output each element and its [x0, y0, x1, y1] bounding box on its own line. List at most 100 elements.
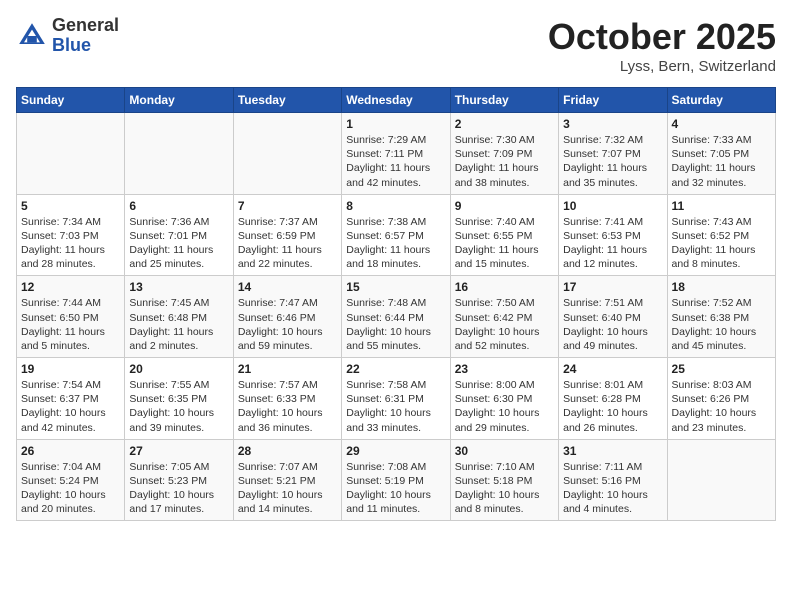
- calendar-cell: 17Sunrise: 7:51 AM Sunset: 6:40 PM Dayli…: [559, 276, 667, 358]
- day-info: Sunrise: 7:48 AM Sunset: 6:44 PM Dayligh…: [346, 296, 445, 353]
- day-number: 8: [346, 199, 445, 213]
- day-number: 2: [455, 117, 554, 131]
- day-info: Sunrise: 7:05 AM Sunset: 5:23 PM Dayligh…: [129, 460, 228, 517]
- calendar-cell: 16 Sunrise: 7:50 AM Sunset: 6:42 PM Dayli…: [450, 276, 558, 358]
- day-number: 27: [129, 444, 228, 458]
- day-number: 7: [238, 199, 337, 213]
- calendar-cell: 21Sunrise: 7:57 AM Sunset: 6:33 PM Dayli…: [233, 358, 341, 440]
- calendar-cell: 29 Sunrise: 7:08 AM Sunset: 5:19 PM Dayli…: [342, 439, 450, 521]
- logo-icon: [16, 20, 48, 52]
- day-number: 5: [21, 199, 120, 213]
- day-number: 26: [21, 444, 120, 458]
- calendar-cell: 7 Sunrise: 7:37 AM Sunset: 6:59 PM Daylig…: [233, 194, 341, 276]
- page-header: General Blue October 2025 Lyss, Bern, Sw…: [16, 16, 776, 75]
- day-info: Sunrise: 7:45 AM Sunset: 6:48 PM Dayligh…: [129, 296, 228, 353]
- calendar-cell: 30 Sunrise: 7:10 AM Sunset: 5:18 PM Dayli…: [450, 439, 558, 521]
- day-number: 1: [346, 117, 445, 131]
- calendar-cell: 13 Sunrise: 7:45 AM Sunset: 6:48 PM Dayli…: [125, 276, 233, 358]
- day-header-monday: Monday: [125, 88, 233, 113]
- day-number: 17: [563, 280, 662, 294]
- day-info: Sunrise: 8:01 AM Sunset: 6:28 PM Dayligh…: [563, 378, 662, 435]
- header-row: SundayMondayTuesdayWednesdayThursdayFrid…: [17, 88, 776, 113]
- calendar-cell: 26 Sunrise: 7:04 AM Sunset: 5:24 PM Dayli…: [17, 439, 125, 521]
- day-info: Sunrise: 7:43 AM Sunset: 6:52 PM Dayligh…: [672, 215, 771, 272]
- day-number: 28: [238, 444, 337, 458]
- calendar-cell: 31 Sunrise: 7:11 AM Sunset: 5:16 PM Dayli…: [559, 439, 667, 521]
- calendar-cell: 5 Sunrise: 7:34 AM Sunset: 7:03 PM Daylig…: [17, 194, 125, 276]
- logo-general: General: [52, 16, 119, 36]
- calendar-week-2: 5 Sunrise: 7:34 AM Sunset: 7:03 PM Daylig…: [17, 194, 776, 276]
- day-info: Sunrise: 7:04 AM Sunset: 5:24 PM Dayligh…: [21, 460, 120, 517]
- calendar-week-3: 12Sunrise: 7:44 AM Sunset: 6:50 PM Dayli…: [17, 276, 776, 358]
- day-header-sunday: Sunday: [17, 88, 125, 113]
- day-info: Sunrise: 7:50 AM Sunset: 6:42 PM Dayligh…: [455, 296, 554, 353]
- day-info: Sunrise: 7:38 AM Sunset: 6:57 PM Dayligh…: [346, 215, 445, 272]
- calendar-cell: 8 Sunrise: 7:38 AM Sunset: 6:57 PM Daylig…: [342, 194, 450, 276]
- day-info: Sunrise: 7:07 AM Sunset: 5:21 PM Dayligh…: [238, 460, 337, 517]
- day-info: Sunrise: 7:10 AM Sunset: 5:18 PM Dayligh…: [455, 460, 554, 517]
- calendar-cell: [125, 113, 233, 195]
- calendar-cell: 6Sunrise: 7:36 AM Sunset: 7:01 PM Daylig…: [125, 194, 233, 276]
- calendar-cell: 20Sunrise: 7:55 AM Sunset: 6:35 PM Dayli…: [125, 358, 233, 440]
- calendar-cell: 15 Sunrise: 7:48 AM Sunset: 6:44 PM Dayli…: [342, 276, 450, 358]
- calendar-cell: 9 Sunrise: 7:40 AM Sunset: 6:55 PM Daylig…: [450, 194, 558, 276]
- day-number: 10: [563, 199, 662, 213]
- day-header-friday: Friday: [559, 88, 667, 113]
- day-info: Sunrise: 8:03 AM Sunset: 6:26 PM Dayligh…: [672, 378, 771, 435]
- calendar-body: 1Sunrise: 7:29 AM Sunset: 7:11 PM Daylig…: [17, 113, 776, 521]
- day-number: 29: [346, 444, 445, 458]
- day-info: Sunrise: 7:41 AM Sunset: 6:53 PM Dayligh…: [563, 215, 662, 272]
- day-number: 12: [21, 280, 120, 294]
- calendar-week-5: 26 Sunrise: 7:04 AM Sunset: 5:24 PM Dayli…: [17, 439, 776, 521]
- calendar-cell: 27 Sunrise: 7:05 AM Sunset: 5:23 PM Dayli…: [125, 439, 233, 521]
- calendar-cell: 2 Sunrise: 7:30 AM Sunset: 7:09 PM Daylig…: [450, 113, 558, 195]
- day-info: Sunrise: 7:34 AM Sunset: 7:03 PM Dayligh…: [21, 215, 120, 272]
- day-info: Sunrise: 7:08 AM Sunset: 5:19 PM Dayligh…: [346, 460, 445, 517]
- day-info: Sunrise: 7:32 AM Sunset: 7:07 PM Dayligh…: [563, 133, 662, 190]
- calendar-cell: 12Sunrise: 7:44 AM Sunset: 6:50 PM Dayli…: [17, 276, 125, 358]
- logo-text: General Blue: [52, 16, 119, 56]
- day-number: 31: [563, 444, 662, 458]
- day-number: 15: [346, 280, 445, 294]
- day-number: 24: [563, 362, 662, 376]
- calendar-week-1: 1Sunrise: 7:29 AM Sunset: 7:11 PM Daylig…: [17, 113, 776, 195]
- day-number: 9: [455, 199, 554, 213]
- day-info: Sunrise: 7:33 AM Sunset: 7:05 PM Dayligh…: [672, 133, 771, 190]
- day-info: Sunrise: 7:55 AM Sunset: 6:35 PM Dayligh…: [129, 378, 228, 435]
- calendar-cell: 10 Sunrise: 7:41 AM Sunset: 6:53 PM Dayli…: [559, 194, 667, 276]
- day-info: Sunrise: 7:57 AM Sunset: 6:33 PM Dayligh…: [238, 378, 337, 435]
- calendar-cell: 22Sunrise: 7:58 AM Sunset: 6:31 PM Dayli…: [342, 358, 450, 440]
- day-number: 25: [672, 362, 771, 376]
- calendar-cell: 4 Sunrise: 7:33 AM Sunset: 7:05 PM Daylig…: [667, 113, 775, 195]
- day-header-tuesday: Tuesday: [233, 88, 341, 113]
- day-number: 11: [672, 199, 771, 213]
- day-header-wednesday: Wednesday: [342, 88, 450, 113]
- day-number: 14: [238, 280, 337, 294]
- day-info: Sunrise: 7:37 AM Sunset: 6:59 PM Dayligh…: [238, 215, 337, 272]
- calendar-table: SundayMondayTuesdayWednesdayThursdayFrid…: [16, 87, 776, 521]
- day-info: Sunrise: 8:00 AM Sunset: 6:30 PM Dayligh…: [455, 378, 554, 435]
- day-number: 3: [563, 117, 662, 131]
- month-title: October 2025: [548, 16, 776, 58]
- day-info: Sunrise: 7:40 AM Sunset: 6:55 PM Dayligh…: [455, 215, 554, 272]
- day-header-thursday: Thursday: [450, 88, 558, 113]
- calendar-cell: 1Sunrise: 7:29 AM Sunset: 7:11 PM Daylig…: [342, 113, 450, 195]
- calendar-cell: [667, 439, 775, 521]
- day-number: 13: [129, 280, 228, 294]
- day-number: 19: [21, 362, 120, 376]
- day-info: Sunrise: 7:11 AM Sunset: 5:16 PM Dayligh…: [563, 460, 662, 517]
- day-info: Sunrise: 7:52 AM Sunset: 6:38 PM Dayligh…: [672, 296, 771, 353]
- title-block: October 2025 Lyss, Bern, Switzerland: [548, 16, 776, 75]
- calendar-cell: 28 Sunrise: 7:07 AM Sunset: 5:21 PM Dayli…: [233, 439, 341, 521]
- calendar-cell: [233, 113, 341, 195]
- calendar-cell: 25 Sunrise: 8:03 AM Sunset: 6:26 PM Dayli…: [667, 358, 775, 440]
- calendar-cell: 23Sunrise: 8:00 AM Sunset: 6:30 PM Dayli…: [450, 358, 558, 440]
- day-number: 16: [455, 280, 554, 294]
- day-header-saturday: Saturday: [667, 88, 775, 113]
- calendar-cell: 18Sunrise: 7:52 AM Sunset: 6:38 PM Dayli…: [667, 276, 775, 358]
- day-info: Sunrise: 7:30 AM Sunset: 7:09 PM Dayligh…: [455, 133, 554, 190]
- calendar-cell: 11 Sunrise: 7:43 AM Sunset: 6:52 PM Dayli…: [667, 194, 775, 276]
- day-info: Sunrise: 7:36 AM Sunset: 7:01 PM Dayligh…: [129, 215, 228, 272]
- day-number: 4: [672, 117, 771, 131]
- day-number: 30: [455, 444, 554, 458]
